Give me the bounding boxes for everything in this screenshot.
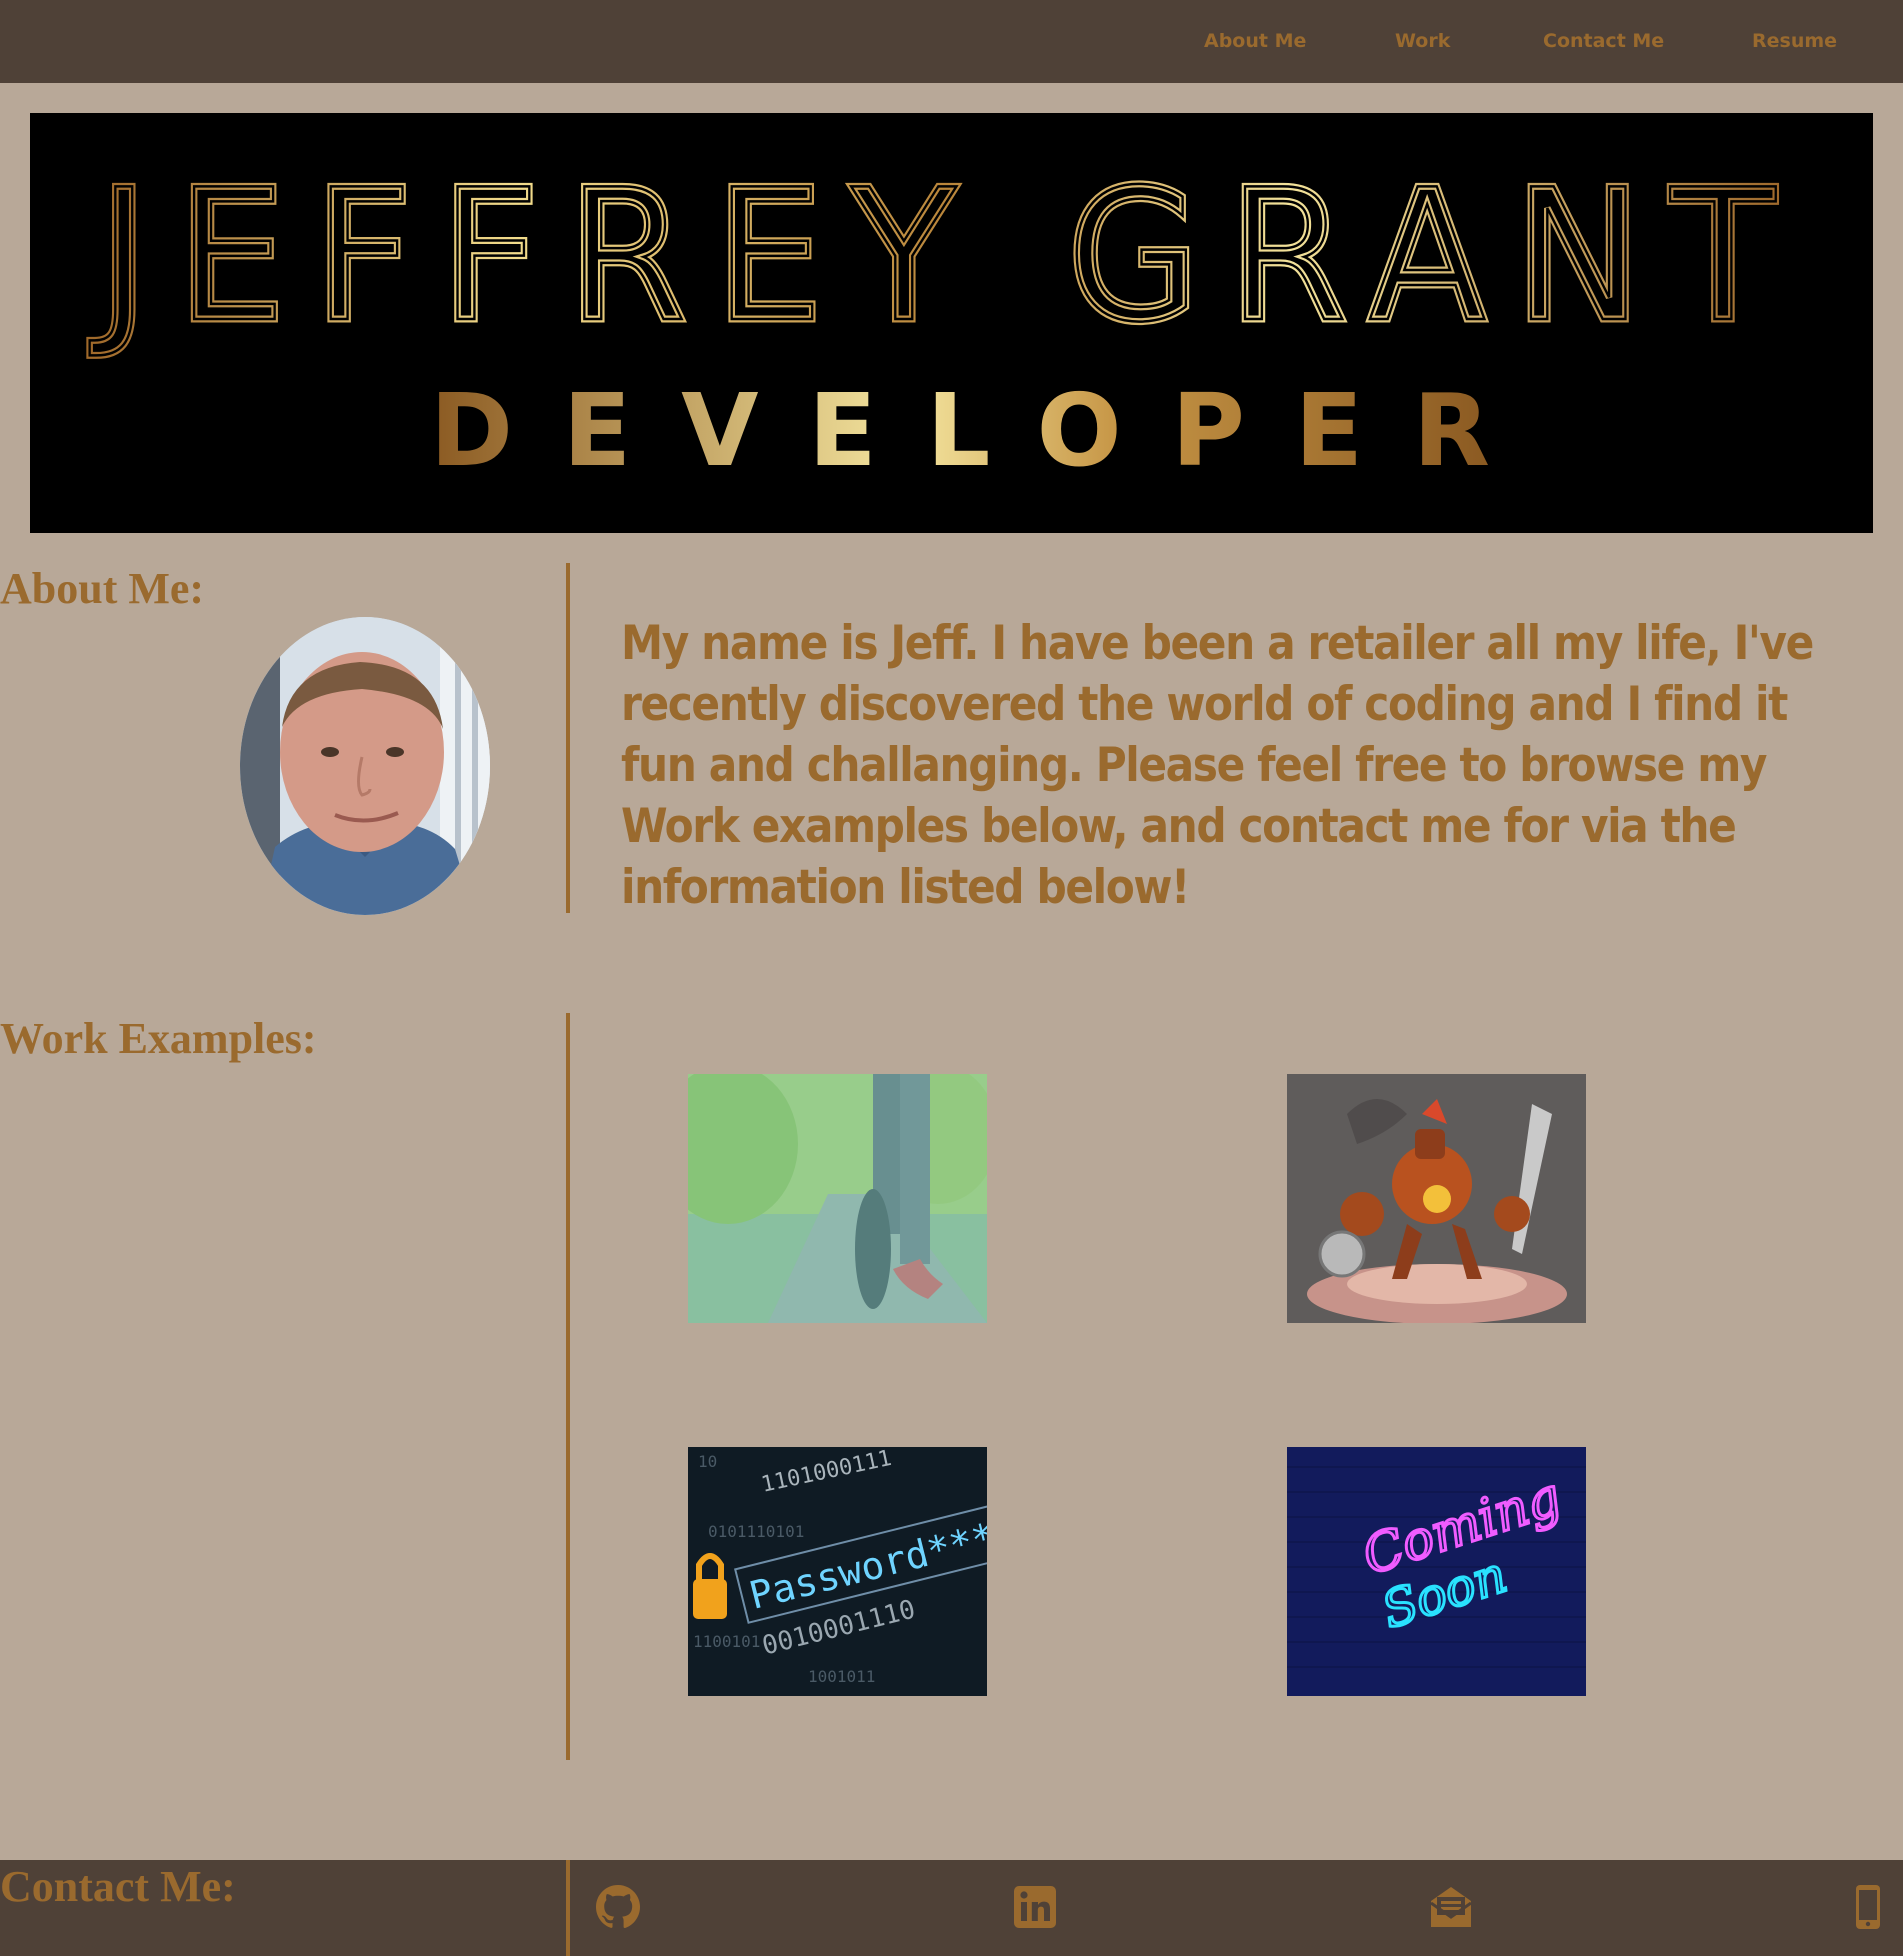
about-heading: About Me: [0, 564, 205, 613]
svg-text:1001011: 1001011 [808, 1667, 875, 1686]
work-example-password[interactable]: 10 1101000111 0101110101 1100101 1001011… [688, 1447, 987, 1696]
top-navbar: About Me Work Contact Me Resume [0, 0, 1903, 83]
about-divider [566, 563, 570, 913]
work-example-runner[interactable] [688, 1074, 987, 1323]
linkedin-icon[interactable] [1011, 1883, 1059, 1931]
work-heading: Work Examples: [0, 1014, 317, 1063]
contact-heading: Contact Me: [0, 1862, 236, 1911]
banner-role: DEVELOPER [430, 372, 1490, 489]
nav-link-about-me[interactable]: About Me [1204, 30, 1306, 52]
banner-name-inner: JEFFREY GRANT [89, 150, 1803, 362]
profile-photo [240, 617, 490, 915]
nav-link-contact-me[interactable]: Contact Me [1543, 30, 1664, 52]
work-example-robot[interactable] [1287, 1074, 1586, 1323]
svg-text:0101110101: 0101110101 [708, 1522, 804, 1541]
about-paragraph: My name is Jeff. I have been a retailer … [621, 616, 1814, 915]
nav-link-resume[interactable]: Resume [1752, 30, 1837, 52]
svg-text:1100101: 1100101 [693, 1632, 760, 1651]
email-icon[interactable] [1427, 1883, 1475, 1931]
header-banner: JEFFREY GRANT JEFFREY GRANT DEVELOPER [30, 113, 1873, 533]
github-icon[interactable] [594, 1883, 642, 1931]
nav-link-work[interactable]: Work [1395, 30, 1450, 52]
phone-icon[interactable] [1844, 1883, 1892, 1931]
work-example-coming-soon[interactable]: Coming Soon [1287, 1447, 1586, 1696]
work-divider [566, 1013, 570, 1760]
contact-footer [0, 1860, 1903, 1956]
contact-divider [566, 1860, 570, 1956]
svg-text:10: 10 [698, 1452, 717, 1471]
